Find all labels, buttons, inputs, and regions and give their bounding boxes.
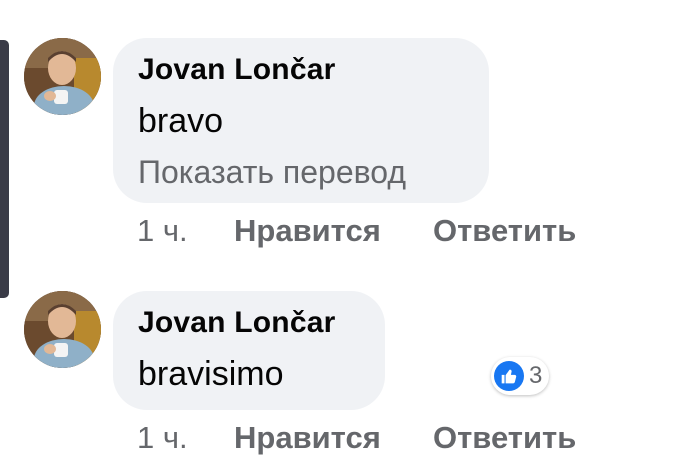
like-icon [494,361,524,391]
author-name[interactable]: Jovan Lončar [138,306,335,340]
reaction-count: 3 [529,362,543,389]
thread-indicator [0,40,9,298]
reply-button[interactable]: Ответить [433,213,576,249]
like-button[interactable]: Нравится [234,213,381,249]
comment-text: bravo [138,102,224,140]
show-translation-link[interactable]: Показать перевод [138,154,406,191]
avatar-image [24,291,101,368]
timestamp[interactable]: 1 ч. [137,420,188,456]
avatar[interactable] [24,291,101,368]
like-button[interactable]: Нравится [234,420,381,456]
comment-bubble: Jovan Lončar bravisimo 3 [113,291,550,410]
timestamp[interactable]: 1 ч. [137,213,188,249]
avatar-image [24,38,101,115]
author-name[interactable]: Jovan Lončar [138,53,335,87]
comment-bubble: Jovan Lončar bravo Показать перевод [113,38,489,203]
reactions-badge[interactable]: 3 [491,357,550,395]
comment-text: bravisimo [138,355,284,393]
reply-button[interactable]: Ответить [433,420,576,456]
avatar[interactable] [24,38,101,115]
